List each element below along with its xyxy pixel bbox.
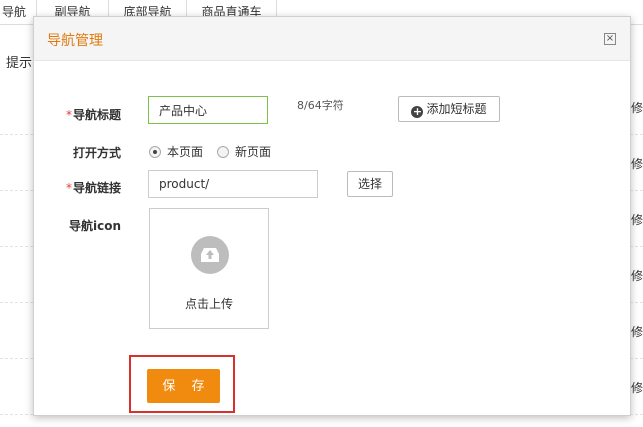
row-edit-link[interactable]: 修 <box>631 379 643 396</box>
nav-title-label: *导航标题 <box>65 108 121 122</box>
row-edit-link[interactable]: 修 <box>631 323 643 340</box>
open-mode-label: 打开方式 <box>72 146 121 160</box>
tab-nav[interactable]: 导航 <box>0 0 37 24</box>
icon-upload-area[interactable]: 点击上传 <box>149 208 269 329</box>
dialog-header: 导航管理 × <box>34 17 630 61</box>
row-edit-link[interactable]: 修 <box>631 267 643 284</box>
add-short-title-button[interactable]: + 添加短标题 <box>398 96 500 122</box>
nav-icon-label: 导航icon <box>68 219 121 233</box>
nav-management-dialog: 导航管理 × *导航标题 8/64字符 +添加短标题 打开方式 本页面 新页面 … <box>33 16 631 416</box>
nav-link-label: *导航链接 <box>65 181 121 195</box>
radio-same-page[interactable]: 本页面 <box>149 143 203 160</box>
title-char-count: 8/64字符 <box>297 99 344 112</box>
required-mark: * <box>65 181 72 195</box>
row-edit-link[interactable]: 修 <box>631 155 643 172</box>
save-button[interactable]: 保 存 <box>147 369 220 403</box>
dialog-title: 导航管理 <box>47 33 103 49</box>
required-mark: * <box>65 108 72 122</box>
radio-new-page[interactable]: 新页面 <box>217 143 271 160</box>
row-edit-link[interactable]: 修 <box>631 211 643 228</box>
close-icon[interactable]: × <box>604 33 616 45</box>
plus-icon: + <box>411 105 424 118</box>
radio-unchecked-icon <box>217 146 229 158</box>
radio-checked-icon <box>149 146 161 158</box>
select-link-button[interactable]: 选择 <box>347 171 393 197</box>
background-hint-text: 提示 <box>6 56 33 71</box>
row-edit-link[interactable]: 修 <box>631 99 643 116</box>
nav-title-input[interactable] <box>148 96 268 124</box>
nav-link-input[interactable] <box>148 170 318 198</box>
cloud-upload-icon <box>191 236 229 274</box>
upload-label: 点击上传 <box>184 297 233 311</box>
